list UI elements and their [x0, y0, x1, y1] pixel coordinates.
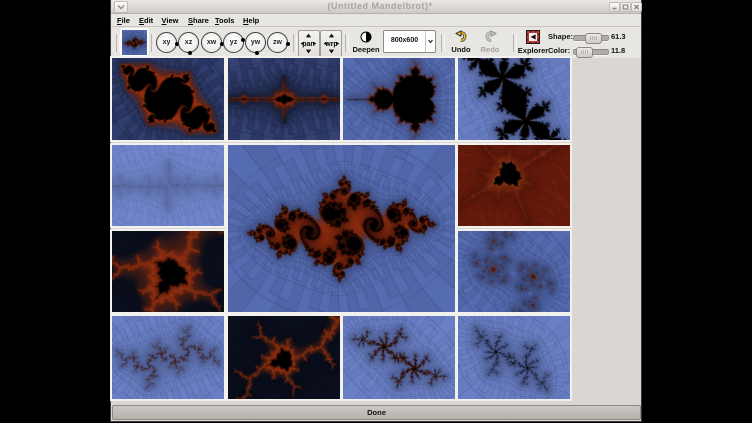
svg-text:pan: pan: [302, 41, 314, 48]
svg-text:wrp: wrp: [324, 41, 337, 48]
